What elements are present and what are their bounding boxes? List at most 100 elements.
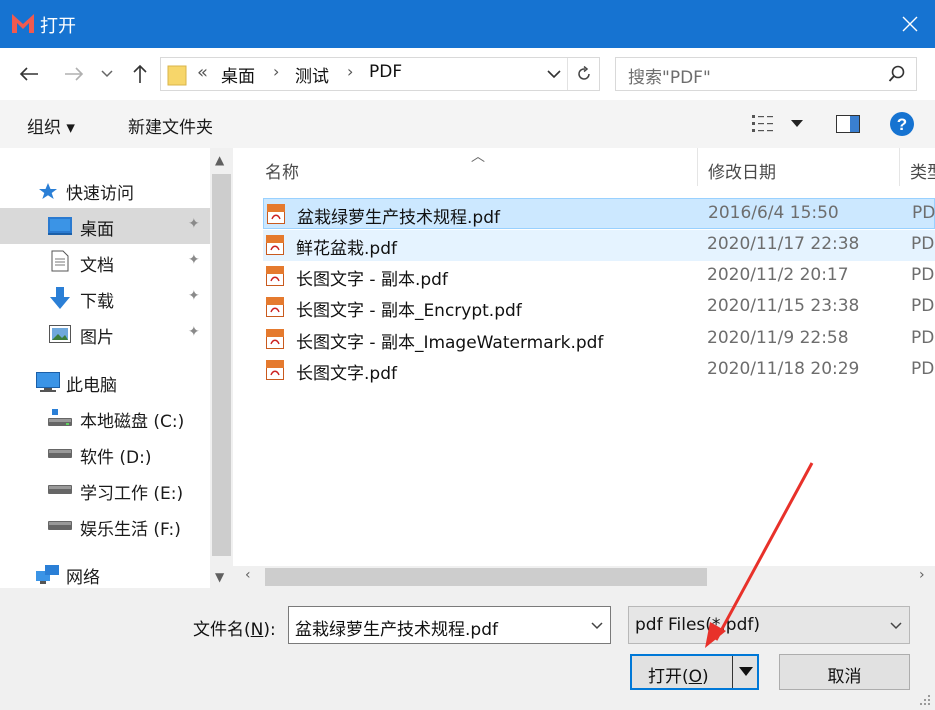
view-options-chevron-icon[interactable] — [791, 120, 803, 128]
pin-icon: ✦ — [188, 216, 200, 232]
sidebar-item-label: 下载 — [80, 292, 114, 312]
dialog-footer: 文件名(N): 盆栽绿萝生产技术规程.pdf pdf Files(*.pdf) … — [0, 588, 935, 710]
sidebar-item-label: 文档 — [80, 256, 114, 276]
recent-locations-button[interactable] — [96, 60, 118, 88]
preview-pane-icon[interactable] — [836, 115, 860, 133]
search-input[interactable]: 搜索"PDF" — [615, 57, 917, 91]
address-bar[interactable]: « 桌面 › 测试 › PDF — [160, 57, 600, 91]
sidebar-item-drive-c[interactable]: 本地磁盘 (C:) — [0, 400, 210, 436]
network-icon — [36, 565, 59, 584]
chevron-down-icon — [890, 622, 902, 630]
open-options-button[interactable] — [732, 656, 759, 688]
sidebar-item-drive-e[interactable]: 学习工作 (E:) — [0, 472, 210, 508]
sidebar-item-downloads[interactable]: 下载 ✦ — [0, 280, 210, 316]
file-name: 鲜花盆栽.pdf — [296, 239, 397, 259]
document-icon — [51, 250, 69, 272]
scroll-right-arrow[interactable]: › — [919, 567, 925, 583]
sidebar-item-network[interactable]: 网络 — [0, 556, 210, 592]
star-icon — [39, 183, 57, 199]
open-button-label: 打开(O) — [648, 667, 709, 687]
file-type: PD — [912, 203, 935, 223]
search-icon[interactable] — [888, 65, 906, 83]
navigation-bar: « 桌面 › 测试 › PDF 搜索"PDF" — [0, 48, 935, 100]
view-list-icon[interactable] — [752, 114, 776, 134]
breadcrumb-test[interactable]: 测试 — [295, 62, 329, 87]
file-row[interactable]: 长图文字 - 副本_Encrypt.pdf 2020/11/15 23:38 PD — [263, 292, 935, 323]
file-date: 2020/11/17 22:38 — [707, 234, 860, 254]
close-button[interactable] — [885, 0, 935, 48]
sidebar-item-label: 图片 — [80, 328, 114, 348]
sidebar-item-desktop[interactable]: 桌面 ✦ — [0, 208, 210, 244]
sidebar-item-label: 娱乐生活 (F:) — [80, 520, 181, 540]
scroll-left-arrow[interactable]: ‹ — [245, 567, 251, 583]
scrollbar-thumb[interactable] — [212, 174, 231, 556]
column-header-name[interactable]: 名称 — [265, 158, 299, 183]
scroll-up-arrow[interactable]: ▲ — [215, 153, 224, 167]
breadcrumb-pdf[interactable]: PDF — [369, 62, 402, 82]
pdf-file-icon — [267, 204, 285, 224]
pdf-file-icon — [266, 297, 284, 317]
desktop-icon — [48, 217, 72, 235]
file-row[interactable]: 长图文字 - 副本.pdf 2020/11/2 20:17 PD — [263, 261, 935, 292]
command-toolbar: 组织 ▾ 新建文件夹 ? — [0, 100, 935, 148]
file-name: 长图文字 - 副本.pdf — [296, 270, 448, 290]
file-type-value: pdf Files(*.pdf) — [635, 615, 761, 635]
sidebar-item-label: 桌面 — [80, 220, 114, 240]
drive-icon — [48, 485, 72, 494]
scroll-down-arrow[interactable]: ▼ — [215, 570, 224, 584]
pdf-file-icon — [266, 329, 284, 349]
resize-grip-icon[interactable] — [919, 694, 931, 706]
sidebar-item-label: 本地磁盘 (C:) — [80, 412, 185, 432]
organize-button[interactable]: 组织 ▾ — [27, 113, 75, 138]
file-list-hscrollbar[interactable]: ‹ › — [233, 566, 935, 588]
arrow-right-icon — [65, 67, 84, 81]
breadcrumb-separator[interactable]: › — [347, 62, 353, 81]
caret-down-icon — [739, 667, 753, 676]
file-list: ︿ 名称 修改日期 类型 盆栽绿萝生产技术规程.pdf 2016/6/4 15:5… — [233, 148, 935, 588]
column-divider[interactable] — [899, 148, 900, 186]
breadcrumb-desktop[interactable]: 桌面 — [221, 62, 255, 87]
file-type: PD — [911, 359, 935, 379]
file-row[interactable]: 鲜花盆栽.pdf 2020/11/17 22:38 PD — [263, 230, 935, 261]
file-row[interactable]: 长图文字.pdf 2020/11/18 20:29 PD — [263, 355, 935, 386]
help-icon[interactable]: ? — [889, 111, 915, 137]
sidebar-item-pictures[interactable]: 图片 ✦ — [0, 316, 210, 352]
computer-icon — [36, 372, 60, 392]
sidebar-item-documents[interactable]: 文档 ✦ — [0, 244, 210, 280]
filename-input[interactable]: 盆栽绿萝生产技术规程.pdf — [288, 606, 611, 644]
up-button[interactable] — [126, 60, 154, 88]
file-type: PD — [911, 296, 935, 316]
back-button[interactable] — [15, 60, 43, 88]
scrollbar-thumb[interactable] — [265, 568, 707, 586]
column-divider[interactable] — [697, 148, 698, 186]
chevron-down-icon[interactable] — [590, 615, 604, 635]
sidebar-item-quick-access[interactable]: 快速访问 — [0, 172, 210, 208]
file-row[interactable]: 长图文字 - 副本_ImageWatermark.pdf 2020/11/9 22… — [263, 324, 935, 355]
column-header-type[interactable]: 类型 — [910, 158, 935, 183]
sidebar-item-drive-f[interactable]: 娱乐生活 (F:) — [0, 508, 210, 544]
breadcrumb-separator[interactable]: › — [273, 62, 279, 81]
file-type-select[interactable]: pdf Files(*.pdf) — [628, 606, 910, 644]
column-header-date[interactable]: 修改日期 — [708, 158, 776, 183]
refresh-button[interactable] — [567, 58, 599, 90]
sidebar-item-label: 软件 (D:) — [80, 448, 152, 468]
filename-value: 盆栽绿萝生产技术规程.pdf — [295, 620, 498, 640]
drive-icon — [48, 521, 72, 530]
sidebar-item-drive-d[interactable]: 软件 (D:) — [0, 436, 210, 472]
sidebar-scrollbar[interactable]: ▲ ▼ — [210, 148, 233, 588]
new-folder-button[interactable]: 新建文件夹 — [128, 113, 213, 138]
cancel-button-label: 取消 — [827, 667, 862, 687]
drive-icon — [48, 449, 72, 458]
file-row[interactable]: 盆栽绿萝生产技术规程.pdf 2016/6/4 15:50 PD — [263, 198, 935, 229]
folder-icon — [167, 65, 187, 86]
address-dropdown-button[interactable] — [541, 61, 567, 87]
open-button[interactable]: 打开(O) — [630, 654, 759, 690]
file-date: 2020/11/2 20:17 — [707, 265, 849, 285]
navigation-pane: 快速访问 桌面 ✦ 文档 ✦ 下载 ✦ 图片 ✦ 此电脑 本地磁盘 (C:) 软… — [0, 148, 233, 588]
sidebar-item-this-pc[interactable]: 此电脑 — [0, 364, 210, 400]
overflow-chevron[interactable]: « — [197, 62, 208, 83]
file-type: PD — [911, 328, 935, 348]
cancel-button[interactable]: 取消 — [779, 654, 910, 690]
forward-button[interactable] — [60, 60, 88, 88]
sidebar-item-label: 此电脑 — [66, 376, 117, 396]
